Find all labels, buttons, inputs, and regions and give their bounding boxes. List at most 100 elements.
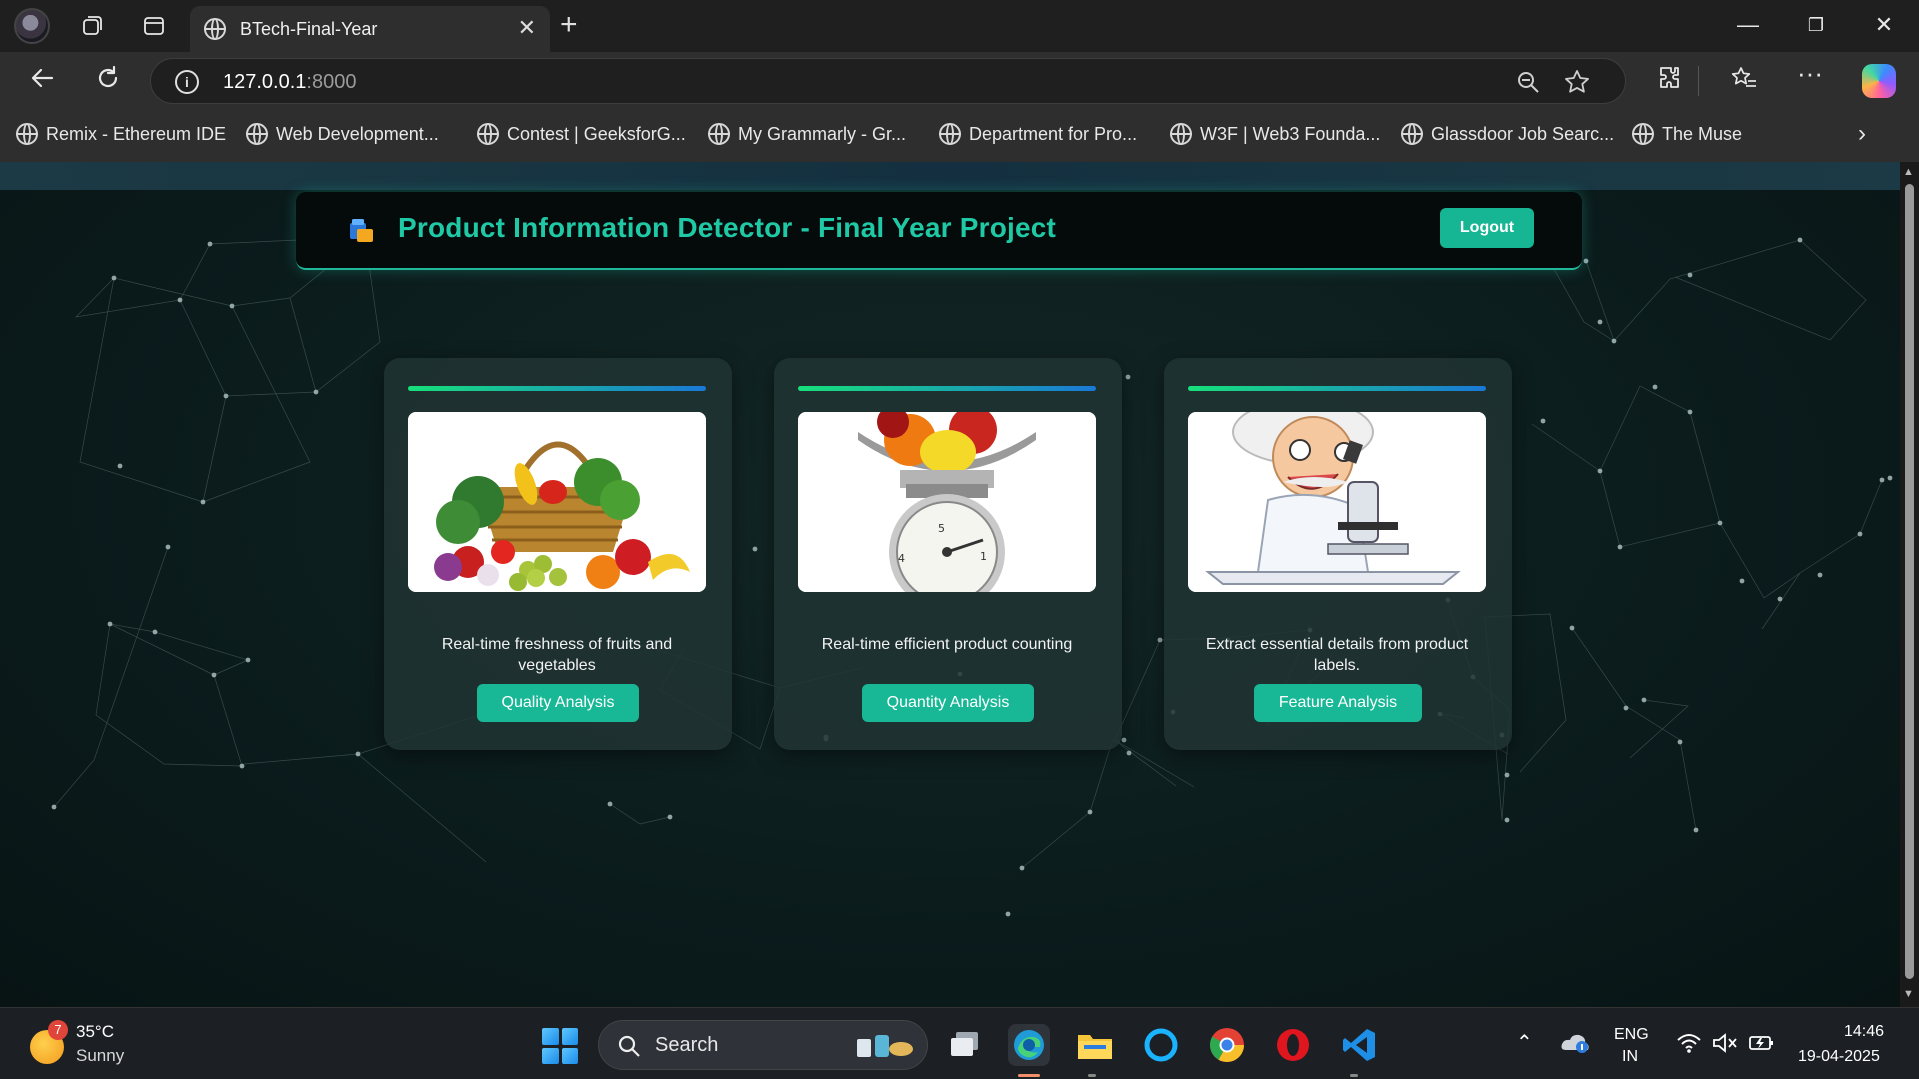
scroll-up-arrow-icon[interactable]: ▲ bbox=[1903, 166, 1914, 178]
page-viewport: Product Information Detector - Final Yea… bbox=[0, 162, 1900, 1007]
close-tab-icon[interactable]: ✕ bbox=[518, 15, 536, 41]
clock-time[interactable]: 14:46 bbox=[1844, 1023, 1884, 1041]
scroll-thumb[interactable] bbox=[1905, 184, 1914, 979]
new-tab-button[interactable]: + bbox=[560, 8, 578, 42]
extensions-icon[interactable] bbox=[1652, 64, 1688, 99]
bookmark-label: Contest | GeeksforG... bbox=[507, 123, 686, 144]
bookmark-label: Web Development... bbox=[276, 123, 439, 144]
taskbar-search[interactable]: Search bbox=[598, 1020, 928, 1070]
globe-icon bbox=[246, 123, 268, 145]
product-boxes-icon bbox=[350, 219, 373, 242]
restore-button[interactable]: ❐ bbox=[1796, 8, 1836, 42]
bookmark-label: The Muse bbox=[1662, 123, 1743, 144]
bookmark-label: My Grammarly - Gr... bbox=[738, 123, 906, 144]
address-bar[interactable]: i 127.0.0.1:8000 bbox=[150, 58, 1626, 104]
bookmark-remix[interactable]: Remix - Ethereum IDE bbox=[16, 118, 226, 150]
copilot-icon[interactable] bbox=[1862, 64, 1896, 98]
globe-icon bbox=[477, 123, 499, 145]
bookmark-label: Glassdoor Job Searc... bbox=[1431, 123, 1615, 144]
url-text[interactable]: 127.0.0.1:8000 bbox=[223, 71, 356, 94]
bookmark-glassdoor[interactable]: Glassdoor Job Searc... bbox=[1401, 118, 1614, 150]
card-description: Extract essential details from product l… bbox=[1205, 636, 1469, 674]
opera-icon[interactable] bbox=[1272, 1024, 1314, 1066]
card-accent-bar bbox=[798, 386, 1096, 391]
card-quality: Real-time freshness of fruits and vegeta… bbox=[384, 358, 732, 750]
page-scrollbar[interactable]: ▲ ▼ bbox=[1900, 162, 1919, 1007]
url-port: :8000 bbox=[306, 71, 357, 93]
card-accent-bar bbox=[408, 386, 706, 391]
input-language[interactable]: ENG bbox=[1614, 1026, 1649, 1044]
card-accent-bar bbox=[1188, 386, 1486, 391]
running-app-indicator bbox=[1350, 1074, 1358, 1077]
bookmark-geeksforgeeks[interactable]: Contest | GeeksforG... bbox=[477, 118, 686, 150]
edge-browser-icon[interactable] bbox=[1008, 1024, 1050, 1066]
battery-charging-icon[interactable] bbox=[1748, 1032, 1776, 1059]
browser-toolbar: i 127.0.0.1:8000 ··· Remix - Ethereum ID… bbox=[0, 52, 1919, 162]
weather-temperature[interactable]: 35°C bbox=[76, 1022, 114, 1042]
globe-icon bbox=[1401, 123, 1423, 145]
globe-icon bbox=[939, 123, 961, 145]
quality-analysis-button[interactable]: Quality Analysis bbox=[477, 684, 639, 722]
site-info-icon[interactable]: i bbox=[175, 70, 199, 94]
fruit-basket-image bbox=[408, 412, 706, 592]
task-view-icon[interactable] bbox=[944, 1024, 986, 1066]
quantity-analysis-button[interactable]: Quantity Analysis bbox=[862, 684, 1034, 722]
tab-actions-icon[interactable] bbox=[138, 10, 170, 42]
wifi-icon[interactable] bbox=[1676, 1032, 1702, 1059]
feature-analysis-button[interactable]: Feature Analysis bbox=[1254, 684, 1422, 722]
running-app-indicator bbox=[1088, 1074, 1096, 1077]
chrome-icon[interactable] bbox=[1206, 1024, 1248, 1066]
toolbar-divider bbox=[1698, 66, 1699, 96]
bookmark-w3f[interactable]: W3F | Web3 Founda... bbox=[1170, 118, 1380, 150]
search-icon bbox=[618, 1035, 640, 1057]
clock-date[interactable]: 19-04-2025 bbox=[1798, 1048, 1880, 1066]
input-region[interactable]: IN bbox=[1622, 1048, 1638, 1066]
bookmarks-more-chevron-icon[interactable]: › bbox=[1858, 118, 1866, 150]
card-feature: Extract essential details from product l… bbox=[1164, 358, 1512, 750]
kitchen-scale-image: 5 4 1 bbox=[798, 412, 1096, 592]
scientist-microscope-image bbox=[1188, 412, 1486, 592]
logout-button[interactable]: Logout bbox=[1440, 208, 1534, 248]
bookmark-label: W3F | Web3 Founda... bbox=[1200, 123, 1381, 144]
close-window-button[interactable]: ✕ bbox=[1864, 8, 1904, 42]
chevron-up-icon[interactable]: ⌃ bbox=[1516, 1030, 1533, 1055]
weather-condition[interactable]: Sunny bbox=[76, 1046, 124, 1066]
weather-badge: 7 bbox=[48, 1020, 68, 1040]
favorites-icon[interactable] bbox=[1726, 64, 1762, 99]
workspaces-icon[interactable] bbox=[76, 10, 108, 42]
search-highlight-icon bbox=[855, 1033, 915, 1059]
back-button[interactable] bbox=[24, 64, 60, 99]
start-button[interactable] bbox=[542, 1028, 578, 1064]
scroll-down-arrow-icon[interactable]: ▼ bbox=[1903, 988, 1914, 1000]
zoom-out-icon[interactable] bbox=[1515, 69, 1541, 100]
bookmark-the-muse[interactable]: The Muse bbox=[1632, 118, 1742, 150]
vscode-icon[interactable] bbox=[1338, 1024, 1380, 1066]
app-header: Product Information Detector - Final Yea… bbox=[296, 192, 1582, 270]
volume-muted-icon[interactable] bbox=[1712, 1032, 1738, 1059]
bookmark-label: Department for Pro... bbox=[969, 123, 1138, 144]
globe-icon bbox=[204, 18, 226, 40]
globe-icon bbox=[1170, 123, 1192, 145]
browser-tab-bar: BTech-Final-Year ✕ + — ❐ ✕ bbox=[0, 0, 1919, 52]
file-explorer-icon[interactable] bbox=[1074, 1024, 1116, 1066]
minimize-button[interactable]: — bbox=[1728, 8, 1768, 42]
bookmark-grammarly[interactable]: My Grammarly - Gr... bbox=[708, 118, 906, 150]
tab-btech-final-year[interactable]: BTech-Final-Year ✕ bbox=[190, 6, 550, 52]
globe-icon bbox=[708, 123, 730, 145]
more-options-icon[interactable]: ··· bbox=[1792, 58, 1828, 89]
bookmark-web-development[interactable]: Web Development... bbox=[246, 118, 439, 150]
bookmark-department[interactable]: Department for Pro... bbox=[939, 118, 1137, 150]
favorite-star-icon[interactable] bbox=[1563, 68, 1591, 101]
onedrive-icon[interactable] bbox=[1560, 1032, 1590, 1059]
profile-avatar[interactable] bbox=[14, 8, 50, 44]
svg-text:4: 4 bbox=[898, 552, 905, 565]
cortana-icon[interactable] bbox=[1140, 1024, 1182, 1066]
url-host: 127.0.0.1 bbox=[223, 71, 307, 93]
globe-icon bbox=[16, 123, 38, 145]
refresh-button[interactable] bbox=[90, 64, 126, 99]
page-title: Product Information Detector - Final Yea… bbox=[398, 212, 1057, 243]
tab-title: BTech-Final-Year bbox=[240, 19, 378, 39]
card-quantity: 5 4 1 Real-time efficient product counti… bbox=[774, 358, 1122, 750]
svg-text:5: 5 bbox=[938, 522, 945, 535]
card-description: Real-time efficient product counting bbox=[821, 636, 1073, 653]
